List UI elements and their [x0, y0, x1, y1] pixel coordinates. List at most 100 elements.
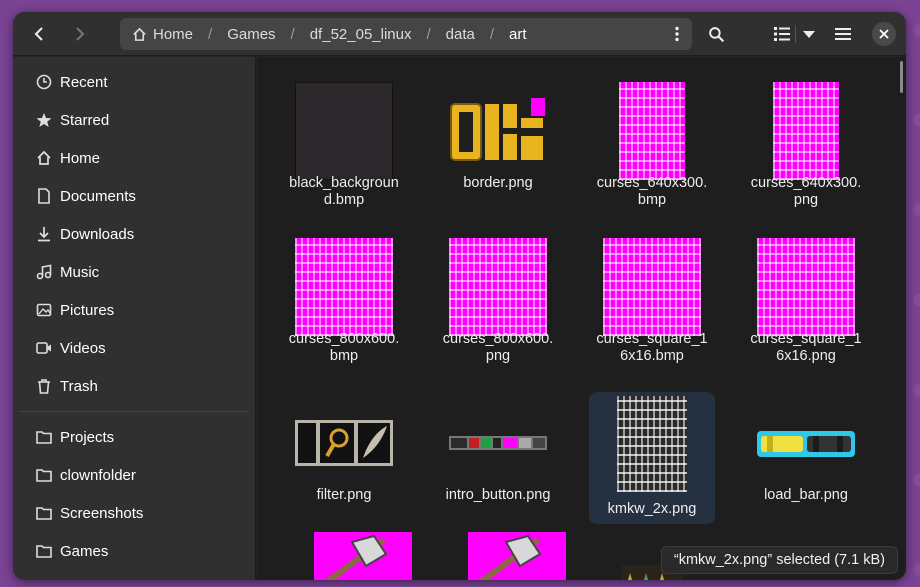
load-bar-image [757, 431, 855, 457]
trash-icon [35, 377, 53, 395]
status-popover: “kmkw_2x.png” selected (7.1 kB) [660, 546, 898, 574]
path-separator: / [208, 25, 213, 43]
file-thumbnail [295, 420, 393, 466]
file-name: load_bar.png [764, 487, 848, 503]
home-icon [133, 27, 146, 41]
file-thumbnail-partial[interactable] [468, 532, 566, 580]
path-bar: Home / Games / df_52_05_linux / data / a… [120, 18, 692, 50]
chevron-left-icon [34, 27, 43, 41]
file-item[interactable]: border.png [435, 80, 561, 212]
file-name: kmkw_2x.png [607, 501, 697, 517]
list-view-icon [774, 27, 790, 41]
file-item[interactable]: curses_640x300.bmp [589, 80, 715, 212]
sidebar-item-label: Pictures [60, 301, 115, 319]
sidebar-item-label: Starred [60, 111, 110, 129]
forward-button[interactable] [62, 18, 96, 50]
sidebar-item-games[interactable]: Games [13, 532, 255, 570]
file-item[interactable]: curses_640x300.png [743, 80, 869, 212]
axe-image [314, 532, 412, 580]
axe-image [468, 532, 566, 580]
list-view-button[interactable] [769, 18, 795, 50]
file-item[interactable]: filter.png [281, 392, 407, 524]
file-thumbnail [449, 98, 547, 164]
sidebar-item-documents[interactable]: Documents [13, 177, 255, 215]
music-icon [35, 263, 53, 281]
sidebar-item-label: Videos [60, 339, 106, 357]
sidebar-item-recent[interactable]: Recent [13, 63, 255, 101]
file-name: curses_square_16x16.bmp [596, 331, 708, 364]
border-image [449, 98, 547, 164]
file-thumbnail [773, 82, 839, 180]
crumb-games[interactable]: Games [227, 26, 275, 43]
sidebar-item-projects[interactable]: Projects [13, 418, 255, 456]
crumb-art[interactable]: art [509, 26, 527, 43]
file-item[interactable]: curses_800x600.bmp [281, 236, 407, 368]
sidebar-item-label: Screenshots [60, 504, 144, 522]
document-icon [35, 187, 53, 205]
folder-icon [35, 428, 53, 446]
sidebar-item-label: clownfolder [60, 466, 136, 484]
main-menu-button[interactable] [826, 18, 860, 50]
sidebar-item-trash[interactable]: Trash [13, 367, 255, 405]
crumb-df[interactable]: df_52_05_linux [310, 26, 412, 43]
sidebar-item-downloads[interactable]: Downloads [13, 215, 255, 253]
intro-button-image [449, 436, 547, 450]
file-name: curses_640x300.png [750, 175, 862, 208]
file-name: curses_square_16x16.png [750, 331, 862, 364]
file-manager-window: Home / Games / df_52_05_linux / data / a… [13, 12, 906, 580]
file-thumbnail [757, 238, 855, 336]
file-item[interactable]: intro_button.png [435, 392, 561, 524]
view-options-button[interactable] [796, 18, 821, 50]
file-item[interactable]: black_background.bmp [281, 80, 407, 212]
filter-image [295, 420, 393, 466]
sidebar-item-screenshots[interactable]: Screenshots [13, 494, 255, 532]
view-toggle-group [769, 18, 821, 50]
file-item[interactable]: curses_800x600.png [435, 236, 561, 368]
sidebar-item-label: Trash [60, 377, 98, 395]
crumb-home[interactable]: Home [132, 26, 193, 43]
chevron-down-icon [802, 30, 815, 38]
file-thumbnail [603, 238, 701, 336]
file-item-selected[interactable]: kmkw_2x.png [589, 392, 715, 524]
sidebar-item-home[interactable]: Home [13, 139, 255, 177]
file-item[interactable]: curses_square_16x16.bmp [589, 236, 715, 368]
path-separator: / [426, 25, 431, 43]
close-icon [879, 29, 889, 39]
back-button[interactable] [23, 18, 57, 50]
sidebar-item-pictures[interactable]: Pictures [13, 291, 255, 329]
file-thumbnail [617, 396, 687, 492]
close-button[interactable] [872, 22, 896, 46]
file-item[interactable]: load_bar.png [743, 392, 869, 524]
sidebar-item-label: Home [60, 149, 101, 167]
file-thumbnail [619, 82, 685, 180]
file-name: filter.png [316, 487, 372, 503]
file-name: curses_800x600.bmp [288, 331, 400, 364]
file-item[interactable]: curses_square_16x16.png [743, 236, 869, 368]
sidebar-item-label: Downloads [60, 225, 135, 243]
home-icon [35, 149, 53, 167]
sidebar-item-label: Recent [60, 73, 108, 91]
file-name: black_background.bmp [289, 175, 399, 208]
kebab-menu-icon [675, 26, 679, 42]
file-thumbnail-partial[interactable] [314, 532, 412, 580]
search-button[interactable] [699, 18, 733, 50]
file-name: border.png [463, 175, 533, 191]
path-menu-button[interactable] [662, 18, 692, 50]
folder-icon [35, 504, 53, 522]
star-icon [35, 111, 53, 129]
file-thumbnail [295, 238, 393, 336]
crumb-home-label: Home [153, 25, 194, 43]
file-name: curses_640x300.bmp [596, 175, 708, 208]
crumb-data[interactable]: data [446, 26, 475, 43]
sidebar-item-label: Music [60, 263, 100, 281]
sidebar: Recent Starred Home Documents Downloads … [13, 57, 256, 580]
scrollbar[interactable] [900, 61, 903, 93]
clock-icon [35, 73, 53, 91]
file-thumbnail [449, 238, 547, 336]
sidebar-item-starred[interactable]: Starred [13, 101, 255, 139]
sidebar-item-clownfolder[interactable]: clownfolder [13, 456, 255, 494]
sidebar-item-music[interactable]: Music [13, 253, 255, 291]
file-name: curses_800x600.png [442, 331, 554, 364]
sidebar-item-videos[interactable]: Videos [13, 329, 255, 367]
search-icon [708, 26, 724, 42]
